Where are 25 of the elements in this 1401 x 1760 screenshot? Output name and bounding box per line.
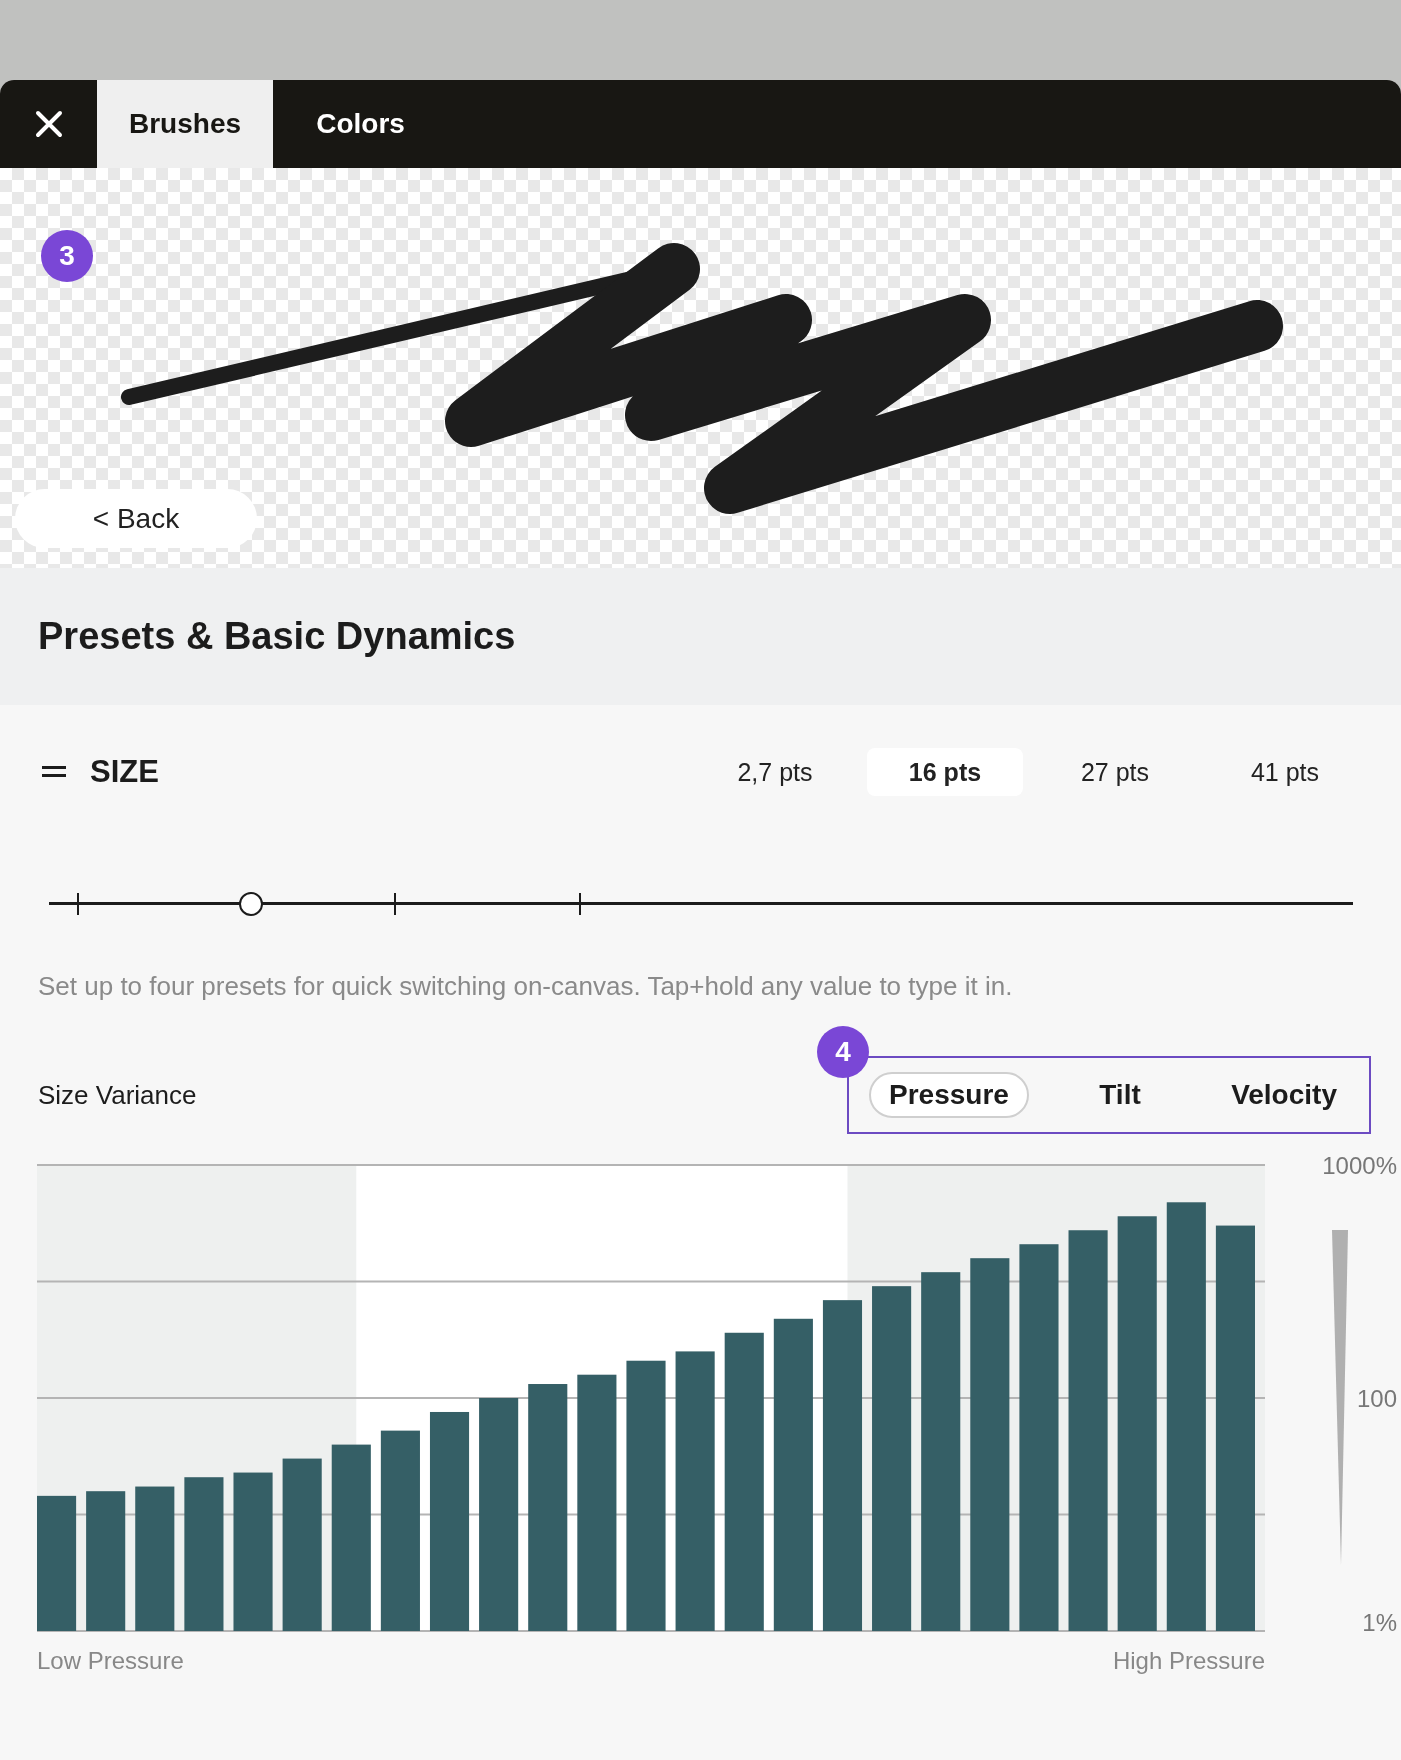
x-axis-label: High Pressure xyxy=(1112,1647,1265,1674)
hint-text: Set up to four presets for quick switching on-canvas. Tap+hold any value to type it in. xyxy=(37,970,1014,1002)
size-preset[interactable]: 27 pts xyxy=(1037,748,1193,796)
x-axis-label: Low Pressure xyxy=(37,1647,184,1674)
step-badge: 4 xyxy=(817,1026,869,1078)
y-axis-label: 1000% xyxy=(1322,1152,1397,1179)
close-icon xyxy=(34,110,63,138)
size-variance-label: Size Variance xyxy=(38,1079,197,1111)
tab[interactable]: Brushes xyxy=(97,80,274,168)
size-label: SIZE xyxy=(90,754,160,790)
y-axis-label: 1% xyxy=(1362,1609,1397,1636)
slider-thumb[interactable] xyxy=(239,892,264,916)
tab[interactable]: Colors xyxy=(273,80,449,168)
size-preset[interactable]: 41 pts xyxy=(1207,748,1363,796)
mode-tab[interactable]: Velocity xyxy=(1211,1072,1357,1118)
section-title: Presets & Basic Dynamics xyxy=(38,615,516,658)
size-preset[interactable]: 2,7 pts xyxy=(697,748,853,796)
drag-handle-icon[interactable] xyxy=(42,766,66,778)
size-preset[interactable]: 16 pts xyxy=(867,748,1023,796)
y-axis-label: 100 xyxy=(1356,1385,1397,1412)
back-button[interactable]: < Back xyxy=(15,489,257,548)
mode-tab[interactable]: Pressure xyxy=(869,1072,1029,1118)
step-badge: 3 xyxy=(41,230,93,282)
size-slider[interactable] xyxy=(49,892,1353,916)
mode-tab[interactable]: Tilt xyxy=(1079,1072,1161,1118)
